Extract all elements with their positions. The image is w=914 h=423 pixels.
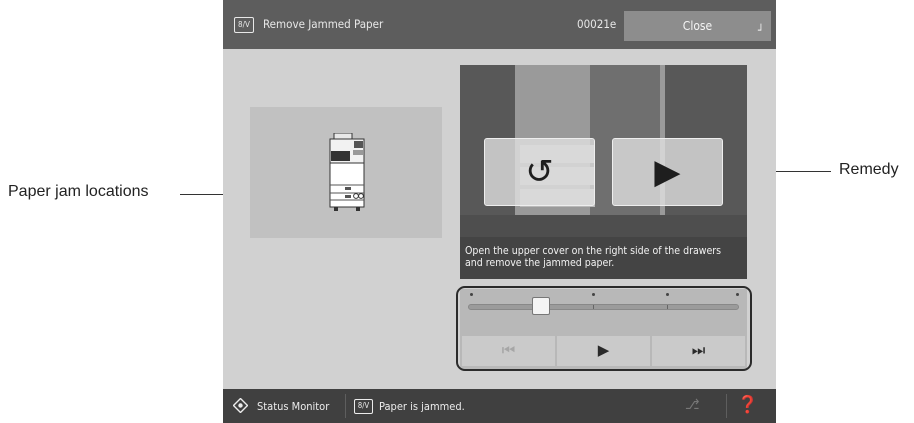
copier-illustration-icon <box>329 133 365 211</box>
help-icon[interactable]: ❓ <box>737 395 758 415</box>
close-button-label: Close <box>682 19 713 33</box>
callout-paper-jam-locations: Paper jam locations <box>8 183 149 200</box>
page-title: Remove Jammed Paper <box>263 17 384 31</box>
error-code: 00021e <box>577 17 617 31</box>
return-corner-icon: ┘ <box>758 24 764 37</box>
status-message: Paper is jammed. <box>379 400 465 413</box>
error-info-icon[interactable]: ⎇ <box>685 397 700 413</box>
status-monitor-icon <box>233 398 248 413</box>
playback-controls-highlight <box>456 286 752 371</box>
jam-location-panel[interactable] <box>250 107 442 238</box>
status-divider <box>726 394 727 418</box>
next-step-button[interactable]: ▶ <box>612 138 723 206</box>
play-arrow-icon: ▶ <box>654 153 681 191</box>
replay-button[interactable]: ↺ <box>484 138 595 206</box>
remedy-caption: Open the upper cover on the right side o… <box>460 237 747 279</box>
video-floor <box>460 215 747 237</box>
status-monitor-button[interactable]: Status Monitor <box>257 400 329 413</box>
title-bar: 8/V Remove Jammed Paper 00021e Close ┘ <box>223 0 776 49</box>
rewind-arrow-icon: ↺ <box>525 153 554 191</box>
status-divider <box>345 394 346 418</box>
status-bar: Status Monitor 8/V Paper is jammed. ⎇ ❓ <box>223 389 776 423</box>
error-icon: 8/V <box>354 399 373 414</box>
callout-remedy: Remedy <box>839 161 899 178</box>
close-button[interactable]: Close ┘ <box>624 11 771 41</box>
error-code-icon: 8/V <box>234 17 254 33</box>
